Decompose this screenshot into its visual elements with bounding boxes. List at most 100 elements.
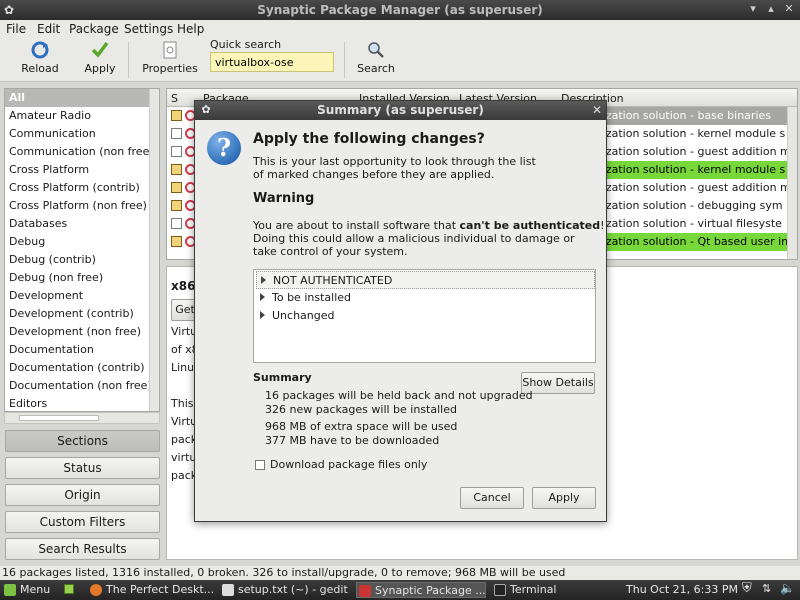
apply-button[interactable]: Apply (532, 487, 596, 509)
sections-scrollbar[interactable] (149, 89, 159, 411)
shield-icon[interactable]: ⛨ (742, 581, 752, 596)
menu-package[interactable]: Package (69, 22, 119, 36)
section-item[interactable]: Development (contrib) (5, 305, 159, 323)
section-item[interactable]: Databases (5, 215, 159, 233)
section-item[interactable]: Documentation (contrib) (5, 359, 159, 377)
section-item[interactable]: Debug (contrib) (5, 251, 159, 269)
reload-button[interactable]: Reload (18, 40, 62, 75)
section-item[interactable]: Development (non free) (5, 323, 159, 341)
summary-title: Summary (253, 371, 312, 384)
section-item[interactable]: Communication (non free) (5, 143, 159, 161)
task-gedit[interactable]: setup.txt (~) - gedit (220, 582, 350, 598)
warning-text: take control of your system. (253, 245, 408, 258)
dialog-heading: Apply the following changes? (253, 131, 485, 147)
menu-label: Menu (20, 583, 51, 596)
quick-search-input[interactable] (210, 52, 334, 72)
sections-button[interactable]: Sections (5, 430, 160, 452)
section-item[interactable]: Amateur Radio (5, 107, 159, 125)
close-icon[interactable]: ✕ (782, 2, 796, 16)
menu-help[interactable]: Help (177, 22, 204, 36)
download-only-checkbox[interactable] (255, 460, 265, 470)
clock[interactable]: Thu Oct 21, 6:33 PM (626, 583, 738, 596)
details-title: x86 (171, 279, 196, 293)
toolbar-separator (344, 42, 345, 78)
dialog-title-bar: ✿ Summary (as superuser) ✕ (195, 101, 606, 120)
expander-icon[interactable] (260, 311, 265, 319)
task-terminal[interactable]: Terminal (492, 582, 602, 598)
table-scrollbar[interactable] (787, 107, 797, 259)
summary-line: 326 new packages will be installed (265, 403, 457, 416)
show-desktop-icon[interactable] (64, 584, 74, 594)
synaptic-icon (359, 585, 371, 597)
row-description: alization solution - base binaries (591, 107, 797, 125)
menu-bar: File Edit Package Settings Help (0, 20, 800, 38)
status-checkbox[interactable] (171, 200, 182, 211)
summary-dialog: ✿ Summary (as superuser) ✕ ? Apply the f… (194, 100, 607, 522)
tree-node-not-authenticated[interactable]: NOT AUTHENTICATED (256, 271, 595, 289)
dialog-close-icon[interactable]: ✕ (592, 101, 602, 120)
warning-text: Doing this could allow a malicious indiv… (253, 232, 575, 245)
section-item[interactable]: Cross Platform (5, 161, 159, 179)
status-checkbox[interactable] (171, 164, 182, 175)
menu-settings[interactable]: Settings (124, 22, 173, 36)
task-browser[interactable]: The Perfect Deskt... (88, 582, 214, 598)
section-item[interactable]: Documentation (5, 341, 159, 359)
apply-button[interactable]: Apply (82, 40, 118, 75)
network-icon[interactable]: ⇅ (762, 582, 771, 595)
row-description: alization solution - kernel module s (591, 161, 797, 179)
section-item[interactable]: Documentation (non free) (5, 377, 159, 395)
status-button[interactable]: Status (5, 457, 160, 479)
row-description: alization solution - debugging sym (593, 199, 783, 212)
tree-node-to-be-installed[interactable]: To be installed (256, 289, 595, 307)
scrollbar-thumb[interactable] (19, 415, 99, 421)
section-item[interactable]: Editors (5, 395, 159, 411)
summary-line: 16 packages will be held back and not up… (265, 389, 533, 402)
volume-icon[interactable]: 🔈 (780, 581, 795, 595)
text-editor-icon (222, 584, 234, 596)
search-icon (368, 42, 384, 58)
status-checkbox[interactable] (171, 182, 182, 193)
expander-icon[interactable] (260, 293, 265, 301)
search-button[interactable]: Search (356, 40, 396, 75)
section-item[interactable]: All (5, 89, 159, 107)
row-description: alization solution - guest addition m (593, 145, 791, 158)
properties-button[interactable]: Properties (142, 40, 198, 75)
section-item[interactable]: Debug (non free) (5, 269, 159, 287)
intro-text: of marked changes before they are applie… (253, 168, 495, 181)
row-description: alization solution - guest addition m (593, 181, 791, 194)
status-checkbox[interactable] (171, 146, 182, 157)
search-results-button[interactable]: Search Results (5, 538, 160, 560)
status-checkbox[interactable] (171, 236, 182, 247)
task-synaptic[interactable]: Synaptic Package ... (356, 582, 486, 598)
status-checkbox[interactable] (171, 110, 182, 121)
reload-label: Reload (21, 62, 59, 75)
question-icon: ? (207, 131, 241, 165)
tree-node-unchanged[interactable]: Unchanged (256, 307, 595, 325)
cancel-button[interactable]: Cancel (460, 487, 524, 509)
col-status[interactable]: S (171, 92, 178, 105)
download-only-label[interactable]: Download package files only (270, 458, 427, 471)
minimize-icon[interactable]: ▾ (746, 2, 760, 16)
maximize-icon[interactable]: ▴ (764, 2, 778, 16)
status-checkbox[interactable] (171, 128, 182, 139)
section-item[interactable]: Cross Platform (contrib) (5, 179, 159, 197)
origin-button[interactable]: Origin (5, 484, 160, 506)
custom-filters-button[interactable]: Custom Filters (5, 511, 160, 533)
toolbar: Reload Apply Properties Quick search Sea… (0, 38, 800, 82)
warning-title: Warning (253, 191, 315, 206)
details-text: This (171, 397, 194, 410)
task-label: setup.txt (~) - gedit (238, 583, 348, 596)
section-item[interactable]: Cross Platform (non free) (5, 197, 159, 215)
menu-edit[interactable]: Edit (37, 22, 60, 36)
section-item[interactable]: Communication (5, 125, 159, 143)
row-description: alization solution - kernel module s (593, 127, 786, 140)
section-item[interactable]: Debug (5, 233, 159, 251)
section-item[interactable]: Development (5, 287, 159, 305)
task-label: The Perfect Deskt... (106, 583, 214, 596)
sections-hscrollbar[interactable] (4, 412, 160, 424)
quick-search-label: Quick search (210, 38, 282, 51)
menu-file[interactable]: File (6, 22, 26, 36)
expander-icon[interactable] (261, 276, 266, 284)
task-label: Terminal (510, 583, 557, 596)
status-checkbox[interactable] (171, 218, 182, 229)
